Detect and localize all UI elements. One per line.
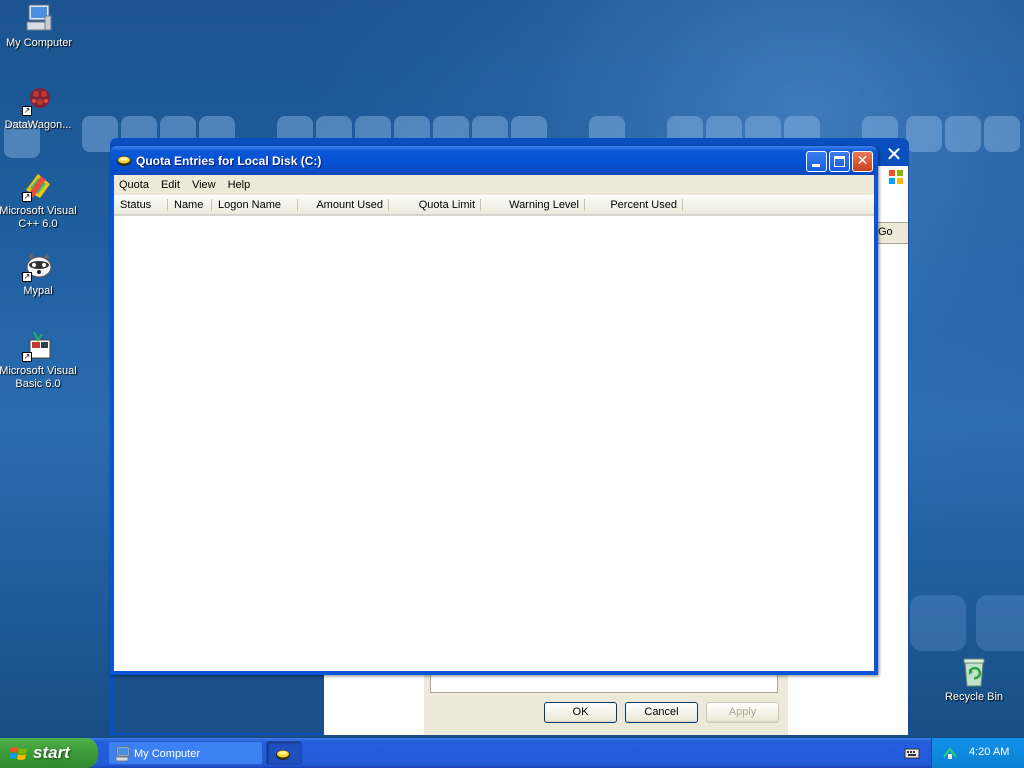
desktop-icon-mypal[interactable]: ↗ Mypal xyxy=(0,250,78,298)
my-computer-icon xyxy=(23,2,55,34)
quota-icon xyxy=(117,156,131,166)
windows-flag-icon xyxy=(889,170,903,184)
desktop-icon-label: DataWagon... xyxy=(4,119,72,131)
mypal-icon: ↗ xyxy=(22,250,54,282)
taskbar-item-my-computer[interactable]: My Computer xyxy=(108,741,263,765)
window-title: Quota Entries for Local Disk (C:) xyxy=(136,154,322,168)
start-button[interactable]: start xyxy=(0,738,98,768)
close-button[interactable]: ✕ xyxy=(852,151,873,172)
menu-view[interactable]: View xyxy=(186,179,222,191)
maximize-icon xyxy=(834,156,845,167)
menu-help[interactable]: Help xyxy=(222,179,257,191)
taskbar-item-label: My Computer xyxy=(134,748,201,760)
quota-entries-window: Quota Entries for Local Disk (C:) ✕ Quot… xyxy=(110,146,878,675)
datawagon-icon: ↗ xyxy=(22,84,54,116)
background-dialog-button-area: OK Cancel Apply xyxy=(424,673,788,735)
desktop-icon-label: Microsoft Visual C++ 6.0 xyxy=(0,205,77,230)
recycle-bin-icon xyxy=(958,656,990,688)
desktop-icon-visual-basic[interactable]: ↗ Microsoft Visual Basic 6.0 xyxy=(0,330,78,391)
desktop-icon-visual-cpp[interactable]: ↗ Microsoft Visual C++ 6.0 xyxy=(0,170,78,231)
desktop-icon-label: Recycle Bin xyxy=(944,691,1004,703)
minimize-button[interactable] xyxy=(806,151,827,172)
list-header: Status Name Logon Name Amount Used Quota… xyxy=(114,196,874,216)
column-status[interactable]: Status xyxy=(114,196,168,214)
column-logon-name[interactable]: Logon Name xyxy=(212,196,298,214)
start-label: start xyxy=(33,743,70,762)
menu-quota[interactable]: Quota xyxy=(114,179,155,191)
column-name[interactable]: Name xyxy=(168,196,212,214)
close-icon: ✕ xyxy=(856,153,869,169)
column-warning-level[interactable]: Warning Level xyxy=(481,196,585,214)
column-percent-used[interactable]: Percent Used xyxy=(585,196,683,214)
desktop-icon-label: Mypal xyxy=(23,285,53,297)
keyboard-icon[interactable] xyxy=(904,745,920,761)
background-dialog-bottom-left xyxy=(114,673,324,733)
go-button[interactable]: Go xyxy=(878,226,893,238)
visual-basic-icon: ↗ xyxy=(22,330,54,362)
column-amount-used[interactable]: Amount Used xyxy=(298,196,389,214)
column-quota-limit[interactable]: Quota Limit xyxy=(389,196,481,214)
minimize-icon xyxy=(812,164,820,167)
title-bar[interactable]: Quota Entries for Local Disk (C:) ✕ xyxy=(110,146,878,175)
quota-list[interactable] xyxy=(114,218,874,671)
background-dialog-bottom-right xyxy=(788,673,878,735)
desktop-icon-recycle-bin[interactable]: Recycle Bin xyxy=(934,656,1014,704)
background-dialog-list-box xyxy=(430,673,778,693)
menu-edit[interactable]: Edit xyxy=(155,179,186,191)
maximize-button[interactable] xyxy=(829,151,850,172)
background-dialog-right-panel: Go xyxy=(878,166,908,735)
apply-button[interactable]: Apply xyxy=(706,702,779,723)
desktop-icon-my-computer[interactable]: My Computer xyxy=(0,2,79,50)
shortcut-arrow-icon: ↗ xyxy=(22,352,32,362)
desktop-icon-datawagon[interactable]: ↗ DataWagon... xyxy=(0,84,78,132)
taskbar-item-quota[interactable] xyxy=(266,741,302,765)
window-client-area: Quota Edit View Help Status Name Logon N… xyxy=(114,175,874,671)
cancel-button[interactable]: Cancel xyxy=(625,702,698,723)
my-computer-icon xyxy=(115,746,130,762)
shortcut-arrow-icon: ↗ xyxy=(22,272,32,282)
clock[interactable]: 4:20 AM xyxy=(969,746,1009,758)
menu-bar: Quota Edit View Help xyxy=(114,175,874,195)
ok-button[interactable]: OK xyxy=(544,702,617,723)
quota-icon xyxy=(276,750,290,760)
system-tray: 4:20 AM xyxy=(931,738,1024,768)
shortcut-arrow-icon: ↗ xyxy=(22,192,32,202)
network-icon[interactable] xyxy=(942,745,958,761)
windows-flag-icon xyxy=(10,747,27,760)
background-dialog-bottom-mid xyxy=(324,673,424,735)
close-icon[interactable]: ✕ xyxy=(881,143,907,165)
taskbar: start My Computer 4:20 AM xyxy=(0,738,1024,768)
desktop-icon-label: Microsoft Visual Basic 6.0 xyxy=(0,365,77,390)
desktop-icon-label: My Computer xyxy=(5,37,73,49)
visual-cpp-icon: ↗ xyxy=(22,170,54,202)
shortcut-arrow-icon: ↗ xyxy=(22,106,32,116)
